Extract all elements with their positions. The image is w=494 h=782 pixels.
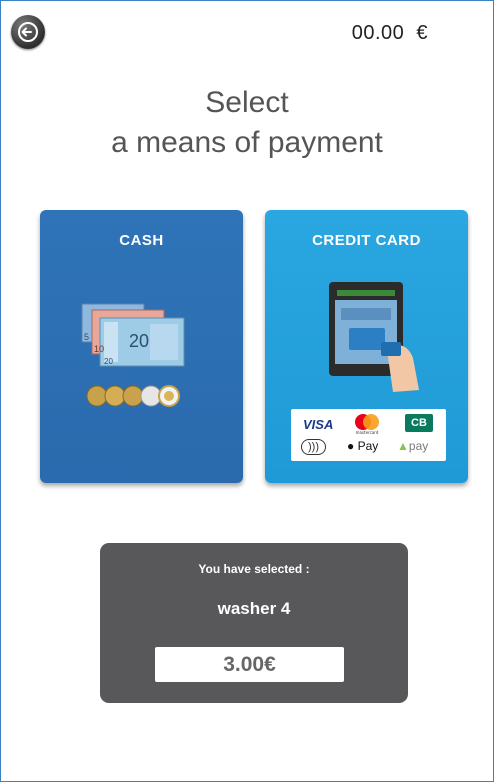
page-title: Select a means of payment [0, 83, 494, 163]
cb-logo: CB [405, 414, 433, 432]
cash-banknotes-coins-icon: 20 5 10 20 [81, 303, 185, 407]
android-pay-text: pay [408, 439, 429, 453]
price-box: 3.00€ [155, 647, 344, 682]
svg-text:5: 5 [84, 332, 89, 342]
credit-card-payment-button[interactable]: CREDIT CARD VISA mastercard CB ))) ● Pay… [265, 210, 468, 483]
payment-logos: VISA mastercard CB ))) ● Pay ▲pay [291, 409, 446, 461]
cash-label: CASH [119, 232, 164, 249]
mastercard-logo-icon: mastercard [355, 414, 379, 435]
contactless-icon: ))) [301, 439, 326, 455]
back-arrow-icon [18, 22, 38, 42]
svg-text:10: 10 [94, 344, 104, 354]
back-button[interactable] [11, 15, 45, 49]
mastercard-text: mastercard [356, 430, 379, 435]
title-line-2: a means of payment [111, 126, 383, 159]
selected-item: washer 4 [217, 599, 291, 618]
title-line-1: Select [205, 86, 289, 119]
apple-pay-text: Pay [357, 439, 379, 453]
selected-price: 3.00€ [223, 652, 276, 676]
selection-label: You have selected : [198, 562, 310, 576]
selection-panel: You have selected : washer 4 3.00€ [100, 543, 408, 703]
svg-text:20: 20 [104, 357, 113, 366]
cash-payment-button[interactable]: CASH 20 5 10 20 [40, 210, 243, 483]
svg-text:20: 20 [129, 331, 149, 351]
android-pay-logo: ▲pay [397, 439, 429, 453]
visa-logo: VISA [303, 417, 334, 432]
balance-display: 00.00 € [351, 22, 428, 44]
payment-terminal-icon [329, 282, 419, 392]
credit-card-label: CREDIT CARD [312, 232, 421, 249]
apple-pay-logo: ● Pay [347, 439, 379, 453]
